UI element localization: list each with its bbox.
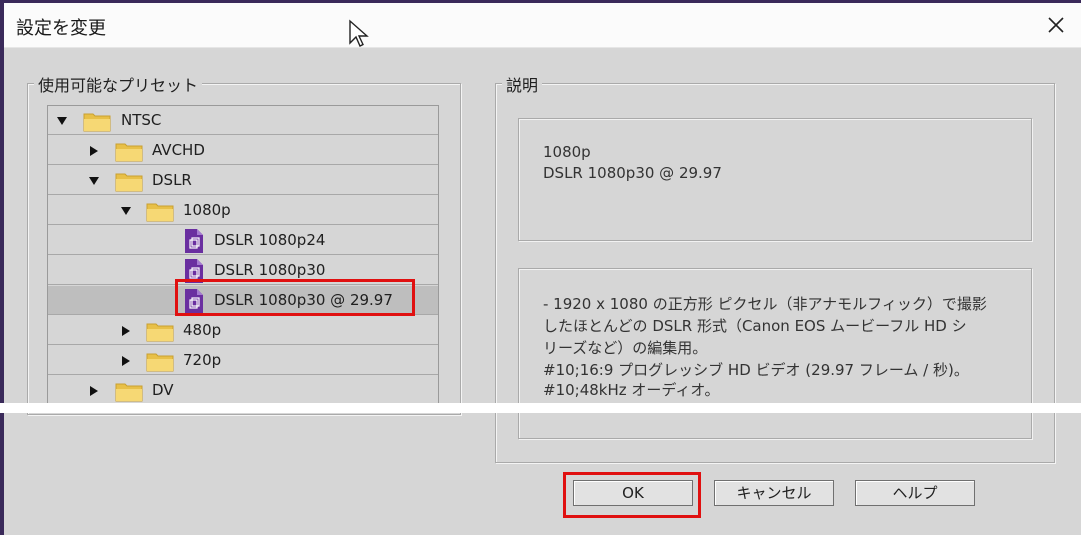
- details-line: #10;16:9 プログレッシブ HD ビデオ (29.97 フレーム / 秒)…: [543, 361, 969, 379]
- preset-file-icon: [185, 229, 203, 253]
- tree-item-label: DSLR 1080p24: [214, 231, 326, 249]
- ok-highlight-box: [563, 472, 701, 518]
- description-summary-box: 1080p DSLR 1080p30 @ 29.97: [518, 118, 1032, 241]
- tree-item-dslr[interactable]: DSLR: [48, 166, 438, 195]
- tree-item-label: NTSC: [121, 111, 162, 129]
- selection-highlight-box: [175, 279, 415, 316]
- window-left-edge: [0, 0, 4, 535]
- tree-item-dv[interactable]: DV: [48, 376, 438, 405]
- description-details-box: - 1920 x 1080 の正方形 ピクセル（非アナモルフィック）で撮影 した…: [518, 268, 1032, 439]
- title-bar: 設定を変更: [4, 3, 1081, 48]
- folder-icon: [83, 113, 111, 132]
- details-line: #10;48kHz オーディオ。: [543, 381, 720, 399]
- tree-item-1080p[interactable]: 1080p: [48, 196, 438, 225]
- collapsed-arrow-icon[interactable]: [88, 385, 100, 397]
- cancel-button[interactable]: キャンセル: [714, 480, 834, 506]
- collapsed-arrow-icon[interactable]: [88, 145, 100, 157]
- folder-icon: [146, 353, 174, 372]
- folder-icon: [146, 203, 174, 222]
- close-icon: [1048, 17, 1064, 33]
- tree-item-720p[interactable]: 720p: [48, 346, 438, 375]
- tree-item-label: 720p: [183, 351, 222, 369]
- folder-icon: [146, 323, 174, 342]
- details-line: したほとんどの DSLR 形式（Canon EOS ムービーフル HD シ: [543, 317, 967, 335]
- tree-item-label: DV: [152, 381, 174, 399]
- help-button[interactable]: ヘルプ: [855, 480, 975, 506]
- expanded-arrow-icon[interactable]: [120, 205, 132, 217]
- image-cut-band: [0, 403, 1081, 413]
- expanded-arrow-icon[interactable]: [88, 175, 100, 187]
- collapsed-arrow-icon[interactable]: [120, 355, 132, 367]
- tree-item-avchd[interactable]: AVCHD: [48, 136, 438, 165]
- mouse-cursor-icon: [349, 19, 369, 47]
- details-line: リーズなど）の編集用。: [543, 339, 708, 357]
- folder-icon: [115, 143, 143, 162]
- expanded-arrow-icon[interactable]: [56, 115, 68, 127]
- tree-item-label: DSLR: [152, 171, 192, 189]
- tree-item-480p[interactable]: 480p: [48, 316, 438, 345]
- tree-item-label: 480p: [183, 321, 222, 339]
- tree-item-label: DSLR 1080p30: [214, 261, 326, 279]
- tree-item-label: 1080p: [183, 201, 231, 219]
- tree-item-ntsc[interactable]: NTSC: [48, 106, 438, 135]
- dialog-title: 設定を変更: [16, 18, 106, 39]
- tree-item-dslr-1080p24[interactable]: DSLR 1080p24: [48, 226, 438, 255]
- tree-item-label: AVCHD: [152, 141, 205, 159]
- details-line: - 1920 x 1080 の正方形 ピクセル（非アナモルフィック）で撮影: [543, 295, 987, 313]
- presets-legend: 使用可能なプリセット: [34, 72, 203, 96]
- description-legend: 説明: [502, 72, 543, 96]
- folder-icon: [115, 383, 143, 402]
- summary-line: 1080p: [543, 143, 591, 161]
- close-button[interactable]: [1040, 9, 1072, 41]
- preset-tree[interactable]: NTSC AVCHD DSLR 1080p DSLR 1080p24 DSLR …: [47, 105, 439, 407]
- summary-line: DSLR 1080p30 @ 29.97: [543, 164, 722, 182]
- folder-icon: [115, 173, 143, 192]
- collapsed-arrow-icon[interactable]: [120, 325, 132, 337]
